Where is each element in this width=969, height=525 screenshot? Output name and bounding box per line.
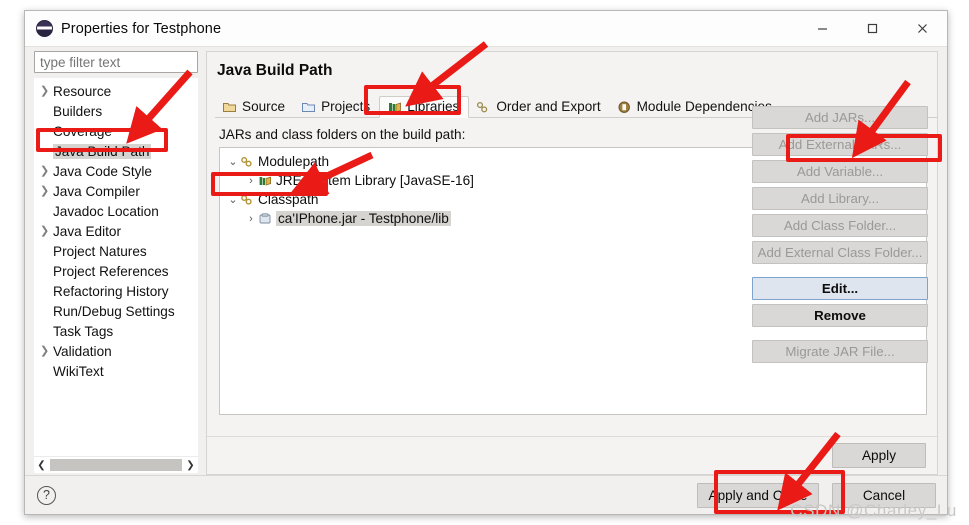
expand-chevron-icon[interactable]: ❯	[40, 165, 53, 177]
build-path-page: Java Build Path Source Projects Libraries O…	[206, 51, 938, 475]
add-external-class-folder-button: Add External Class Folder...	[752, 241, 928, 264]
screenshot-root: Properties for Testphone type filter tex…	[0, 0, 969, 525]
remove-button[interactable]: Remove	[752, 304, 928, 327]
sidebar-item-refactoring-history[interactable]: Refactoring History	[34, 281, 198, 301]
scrollbar-thumb[interactable]	[50, 459, 182, 471]
add-jars-button: Add JARs...	[752, 106, 928, 129]
build-path-tree-label: ca'IPhone.jar - Testphone/lib	[276, 211, 451, 226]
tab-order-and-export[interactable]: Order and Export	[469, 97, 609, 117]
order-export-icon	[476, 100, 491, 114]
annotation-box-java-build-path	[36, 128, 168, 152]
apply-row: Apply	[207, 436, 937, 474]
sidebar-item-javadoc-location[interactable]: Javadoc Location	[34, 201, 198, 221]
add-variable-button: Add Variable...	[752, 160, 928, 183]
sidebar-item-label: Builders	[53, 103, 103, 119]
sidebar-item-label: WikiText	[53, 363, 104, 379]
sidebar-item-label: Java Compiler	[53, 183, 140, 199]
watermark: CSDN @Charley_Lu	[790, 501, 957, 520]
question-mark-icon[interactable]: ?	[37, 485, 56, 505]
sidebar-item-builders[interactable]: Builders	[34, 101, 198, 121]
title-bar: Properties for Testphone	[25, 11, 947, 47]
sidebar-item-label: Java Code Style	[53, 163, 152, 179]
sidebar-item-label: Resource	[53, 83, 112, 99]
projects-folder-icon	[301, 100, 316, 114]
sidebar-item-label: Run/Debug Settings	[53, 303, 175, 319]
sidebar-item-label: Java Editor	[53, 223, 122, 239]
button-group-separator	[752, 331, 928, 340]
annotation-box-libraries-tab	[364, 85, 461, 115]
collapse-chevron-icon[interactable]: ⌄	[226, 155, 240, 168]
annotation-box-add-jars	[786, 134, 942, 162]
add-class-folder-button: Add Class Folder...	[752, 214, 928, 237]
eclipse-icon	[36, 20, 53, 37]
maximize-button[interactable]	[847, 11, 897, 46]
sidebar-item-label: Validation	[53, 343, 112, 359]
sidebar-item-project-natures[interactable]: Project Natures	[34, 241, 198, 261]
sidebar-item-label: Project References	[53, 263, 169, 279]
expand-chevron-icon[interactable]: ❯	[40, 85, 53, 97]
expand-chevron-icon[interactable]: ❯	[40, 185, 53, 197]
window-controls	[797, 11, 947, 46]
close-button[interactable]	[897, 11, 947, 46]
module-dependencies-icon	[617, 100, 632, 114]
search-input[interactable]	[34, 51, 198, 73]
edit-button[interactable]: Edit...	[752, 277, 928, 300]
source-folder-icon	[222, 100, 237, 114]
minimize-button[interactable]	[797, 11, 847, 46]
add-library-button: Add Library...	[752, 187, 928, 210]
expand-chevron-icon[interactable]: ❯	[40, 345, 53, 357]
sidebar-item-label: Project Natures	[53, 243, 147, 259]
sidebar-item-java-compiler[interactable]: ❯ Java Compiler	[34, 181, 198, 201]
sidebar-item-validation[interactable]: ❯ Validation	[34, 341, 198, 361]
migrate-jar-file-button: Migrate JAR File...	[752, 340, 928, 363]
window-title: Properties for Testphone	[61, 20, 222, 37]
tab-label: Projects	[321, 99, 371, 114]
tab-source[interactable]: Source	[215, 97, 294, 117]
sidebar-horizontal-scrollbar[interactable]: ❮ ❯	[34, 456, 198, 473]
page-title: Java Build Path	[217, 62, 333, 79]
jar-icon	[258, 212, 272, 225]
tab-label: Source	[242, 99, 286, 114]
sidebar-item-run-debug-settings[interactable]: Run/Debug Settings	[34, 301, 198, 321]
expand-chevron-icon[interactable]: ❯	[40, 225, 53, 237]
expand-chevron-icon[interactable]: ›	[244, 213, 258, 225]
apply-button[interactable]: Apply	[832, 443, 926, 468]
settings-navigation-pane: ❯ResourceBuildersCoverageJava Build Path…	[34, 51, 198, 475]
chevron-right-icon[interactable]: ❯	[183, 460, 198, 471]
sidebar-item-label: Refactoring History	[53, 283, 169, 299]
tab-label: Order and Export	[496, 99, 601, 114]
sidebar-item-label: Task Tags	[53, 323, 114, 339]
sidebar-item-task-tags[interactable]: Task Tags	[34, 321, 198, 341]
annotation-box-classpath	[211, 172, 328, 196]
sidebar-item-wikitext[interactable]: WikiText	[34, 361, 198, 381]
properties-dialog: Properties for Testphone type filter tex…	[24, 10, 948, 515]
chevron-left-icon[interactable]: ❮	[34, 460, 49, 471]
sidebar-item-label: Javadoc Location	[53, 203, 159, 219]
button-group-separator	[752, 268, 928, 277]
sidebar-item-resource[interactable]: ❯ Resource	[34, 81, 198, 101]
build-path-tree-label: Modulepath	[258, 154, 330, 169]
sidebar-item-java-editor[interactable]: ❯ Java Editor	[34, 221, 198, 241]
sidebar-item-project-references[interactable]: Project References	[34, 261, 198, 281]
sidebar-item-java-code-style[interactable]: ❯ Java Code Style	[34, 161, 198, 181]
modulepath-icon	[240, 155, 254, 168]
